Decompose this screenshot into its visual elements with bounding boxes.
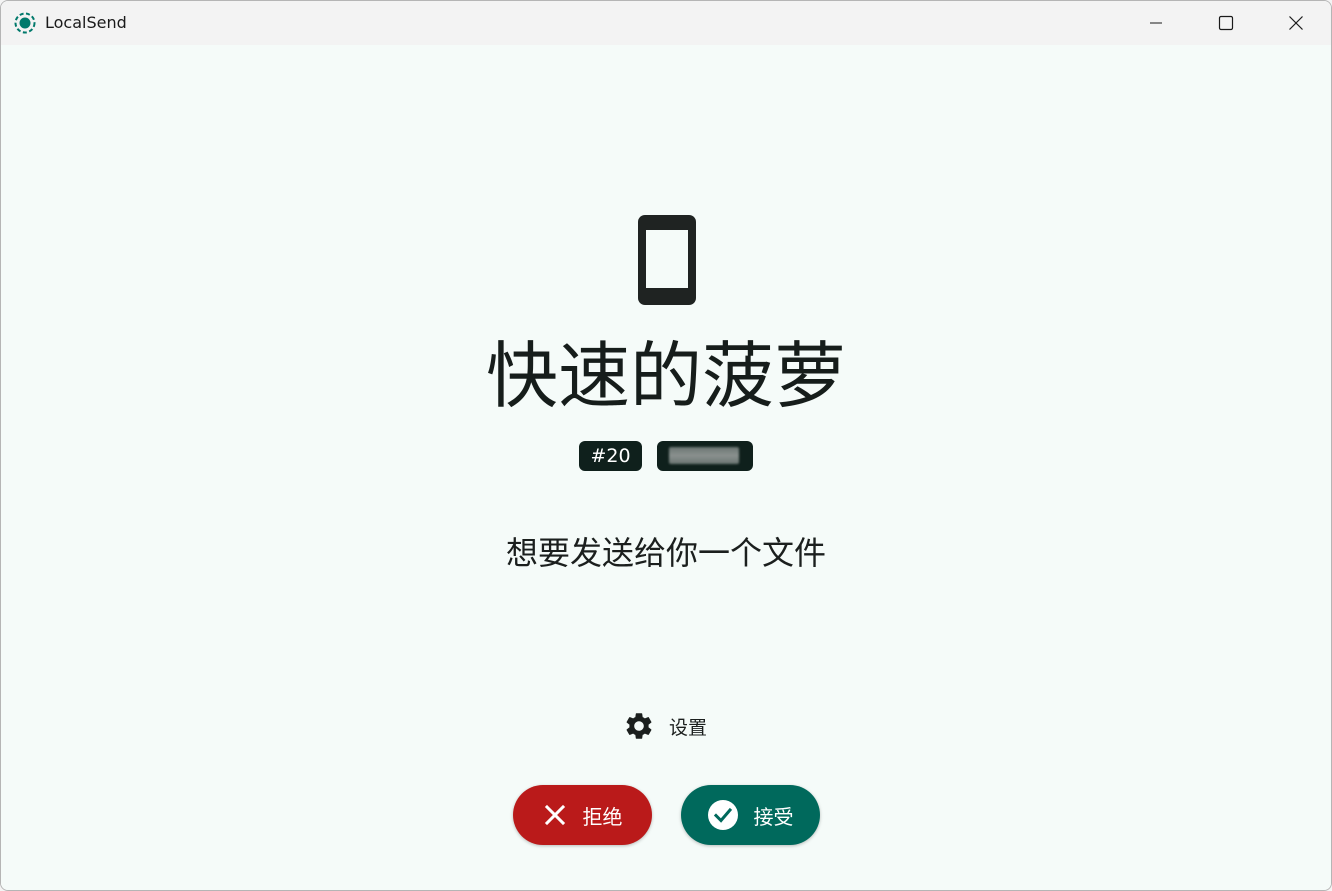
request-message: 想要发送给你一个文件 [505,534,826,572]
maximize-icon [1218,15,1234,31]
close-button[interactable] [1261,1,1331,45]
close-icon [544,804,565,826]
window-title: LocalSend [45,13,127,32]
accept-label: 接受 [753,804,794,829]
redacted-ip [668,447,739,464]
sender-device-name: 快速的菠萝 [485,334,846,418]
minimize-icon [1150,22,1162,24]
settings-button[interactable]: 设置 [623,709,707,743]
localsend-logo-icon [14,12,36,34]
phone-icon [638,215,696,305]
device-ip-badge [656,441,753,471]
accept-button[interactable]: 接受 [681,785,820,845]
maximize-button[interactable] [1191,1,1261,45]
settings-label: 设置 [669,716,708,739]
gear-icon [626,713,652,739]
title-bar[interactable]: LocalSend [1,1,1331,45]
device-info-badges: #20 [1,441,1331,471]
app-window: LocalSend 快速的菠萝 #20 想要发送给你一个文件 设置 拒绝 接受 [0,0,1332,891]
check-circle-icon [707,800,738,830]
device-id-badge: #20 [579,441,642,471]
decline-button[interactable]: 拒绝 [513,785,652,845]
decline-label: 拒绝 [582,804,623,829]
close-icon [1289,16,1303,30]
minimize-button[interactable] [1121,1,1191,45]
receive-request-panel: 快速的菠萝 #20 想要发送给你一个文件 设置 拒绝 接受 [1,45,1331,890]
